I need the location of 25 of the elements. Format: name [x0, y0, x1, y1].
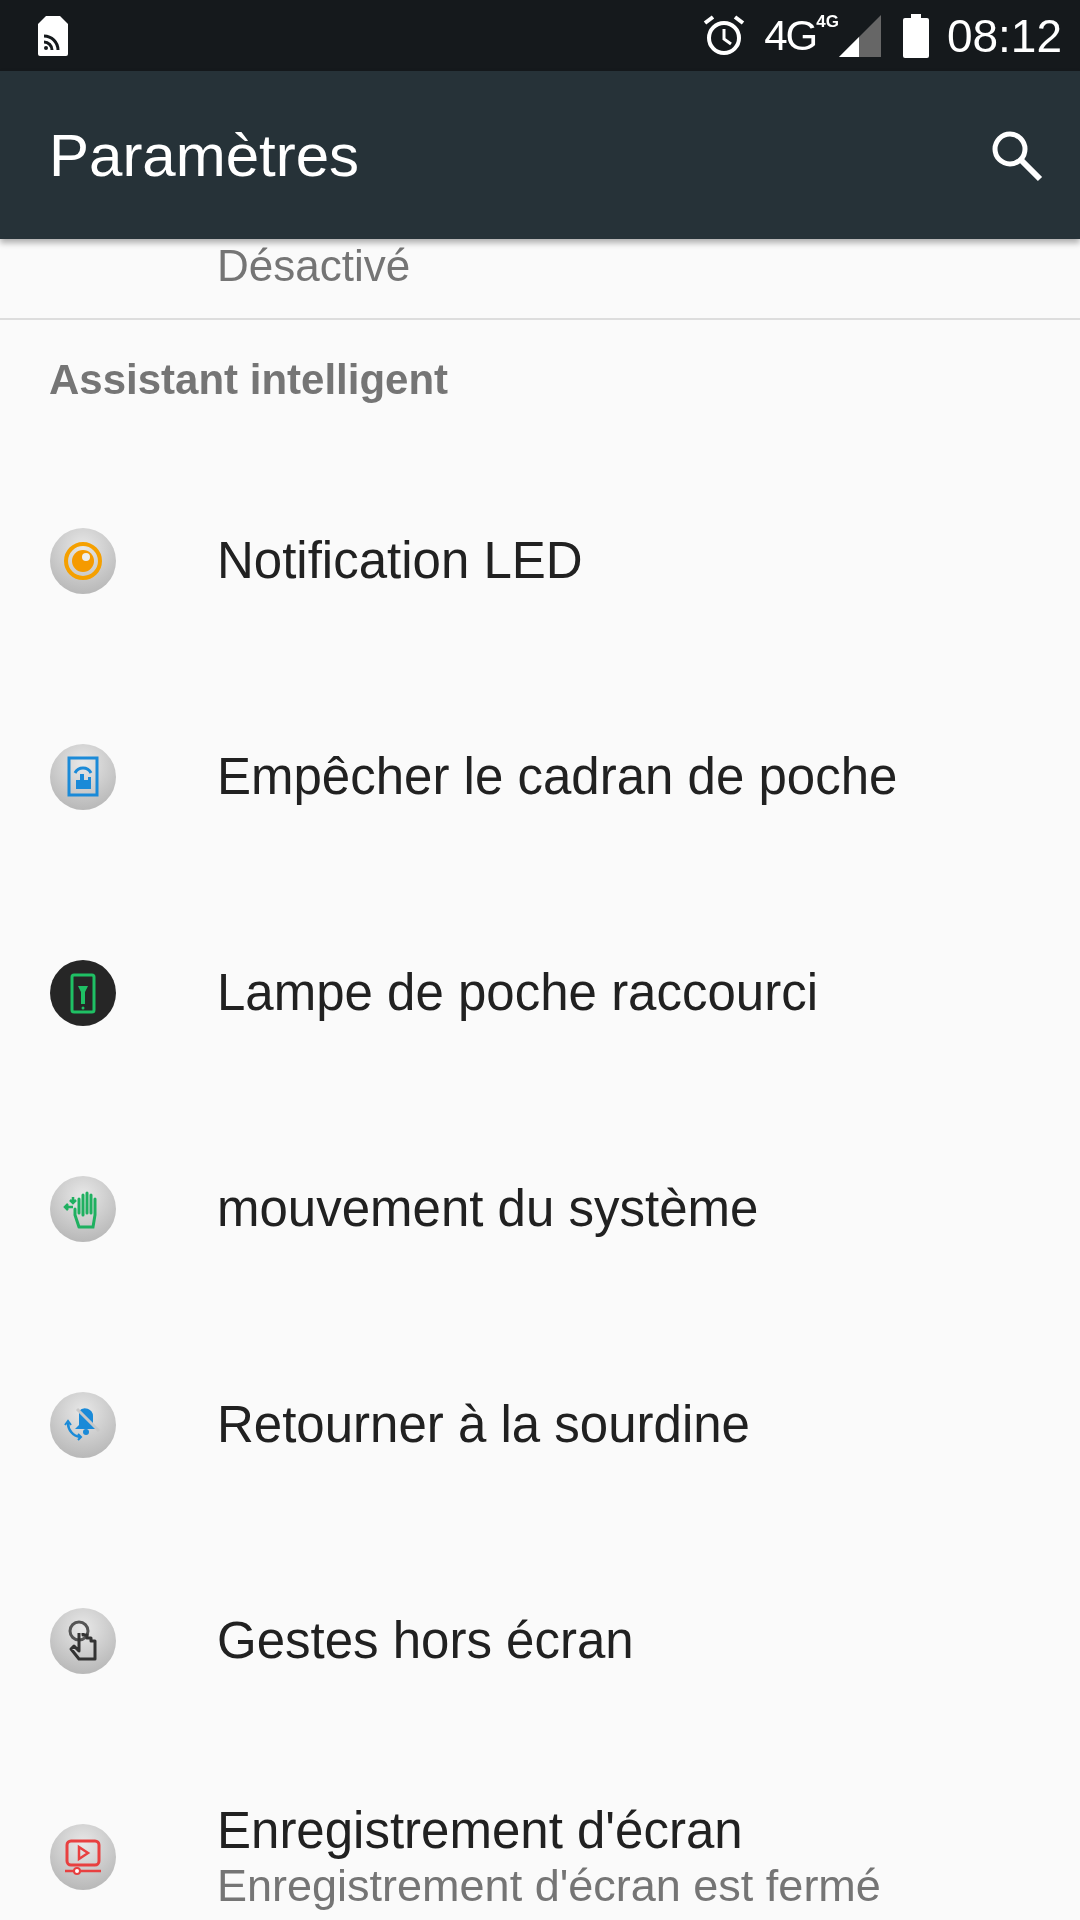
- setting-title[interactable]: Empêcher le cadran de poche: [217, 748, 898, 806]
- alarm-clock-icon: [702, 13, 747, 58]
- setting-title[interactable]: Gestes hors écran: [217, 1612, 634, 1670]
- pointing-hand-icon: [49, 1607, 117, 1675]
- setting-summary: Enregistrement d'écran est fermé: [217, 1860, 881, 1912]
- tablet-hand-icon: [49, 743, 117, 811]
- video-player-icon: [49, 1823, 117, 1891]
- network-label: 4G: [816, 12, 839, 31]
- network-type: 4G: [764, 11, 817, 60]
- bell-slash-icon: [49, 1391, 117, 1459]
- setting-summary: Désactivé: [217, 240, 411, 292]
- setting-title[interactable]: mouvement du système: [217, 1180, 759, 1238]
- section-header: Assistant intelligent: [49, 356, 449, 403]
- clock: 08:12: [946, 8, 1062, 63]
- battery-icon: [902, 13, 929, 58]
- tag-icon: [38, 15, 68, 56]
- phone-flashlight-icon: [49, 959, 117, 1027]
- setting-title[interactable]: Enregistrement d'écran: [217, 1802, 881, 1860]
- setting-title[interactable]: Lampe de poche raccourci: [217, 964, 819, 1022]
- hand-arrows-icon: [49, 1175, 117, 1243]
- setting-title[interactable]: Retourner à la sourdine: [217, 1396, 750, 1454]
- target-icon: [49, 527, 117, 595]
- signal-icon: [838, 14, 881, 57]
- screen-title: Paramètres: [49, 120, 361, 190]
- setting-title[interactable]: Notification LED: [217, 532, 583, 590]
